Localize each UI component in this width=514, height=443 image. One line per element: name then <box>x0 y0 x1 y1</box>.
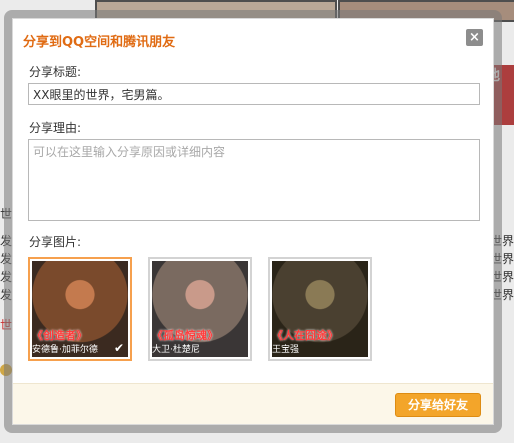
image-thumbnail: 《孤岛惊魂》 大卫·杜楚尼 <box>152 261 248 357</box>
image-option[interactable]: 《创造者》 安德鲁·加菲尔德 ✔ <box>28 257 132 361</box>
check-icon: ✔ <box>113 341 124 355</box>
share-to-friends-button[interactable]: 分享给好友 <box>395 393 481 417</box>
image-subcaption: 大卫·杜楚尼 <box>152 345 200 355</box>
share-dialog: 分享到QQ空间和腾讯朋友 × 分享标题: 分享理由: 分享图片: 《创造者》 安… <box>12 18 494 425</box>
image-caption: 《孤岛惊魂》 <box>152 329 218 342</box>
image-thumbnail: 《创造者》 安德鲁·加菲尔德 ✔ <box>32 261 128 357</box>
share-reason-textarea[interactable] <box>28 139 480 221</box>
image-thumbnail: 《人在囧途》 王宝强 <box>272 261 368 357</box>
share-reason-label: 分享理由: <box>29 121 82 135</box>
image-option[interactable]: 《孤岛惊魂》 大卫·杜楚尼 <box>148 257 252 361</box>
share-images-label: 分享图片: <box>29 235 82 249</box>
dialog-title: 分享到QQ空间和腾讯朋友 <box>23 35 176 50</box>
image-caption: 《人在囧途》 <box>272 329 338 342</box>
close-button[interactable]: × <box>466 29 483 46</box>
share-title-label: 分享标题: <box>29 65 82 79</box>
dialog-footer: 分享给好友 <box>13 383 493 424</box>
share-title-input[interactable] <box>28 83 480 105</box>
image-option[interactable]: 《人在囧途》 王宝强 <box>268 257 372 361</box>
image-subcaption: 王宝强 <box>272 345 300 355</box>
